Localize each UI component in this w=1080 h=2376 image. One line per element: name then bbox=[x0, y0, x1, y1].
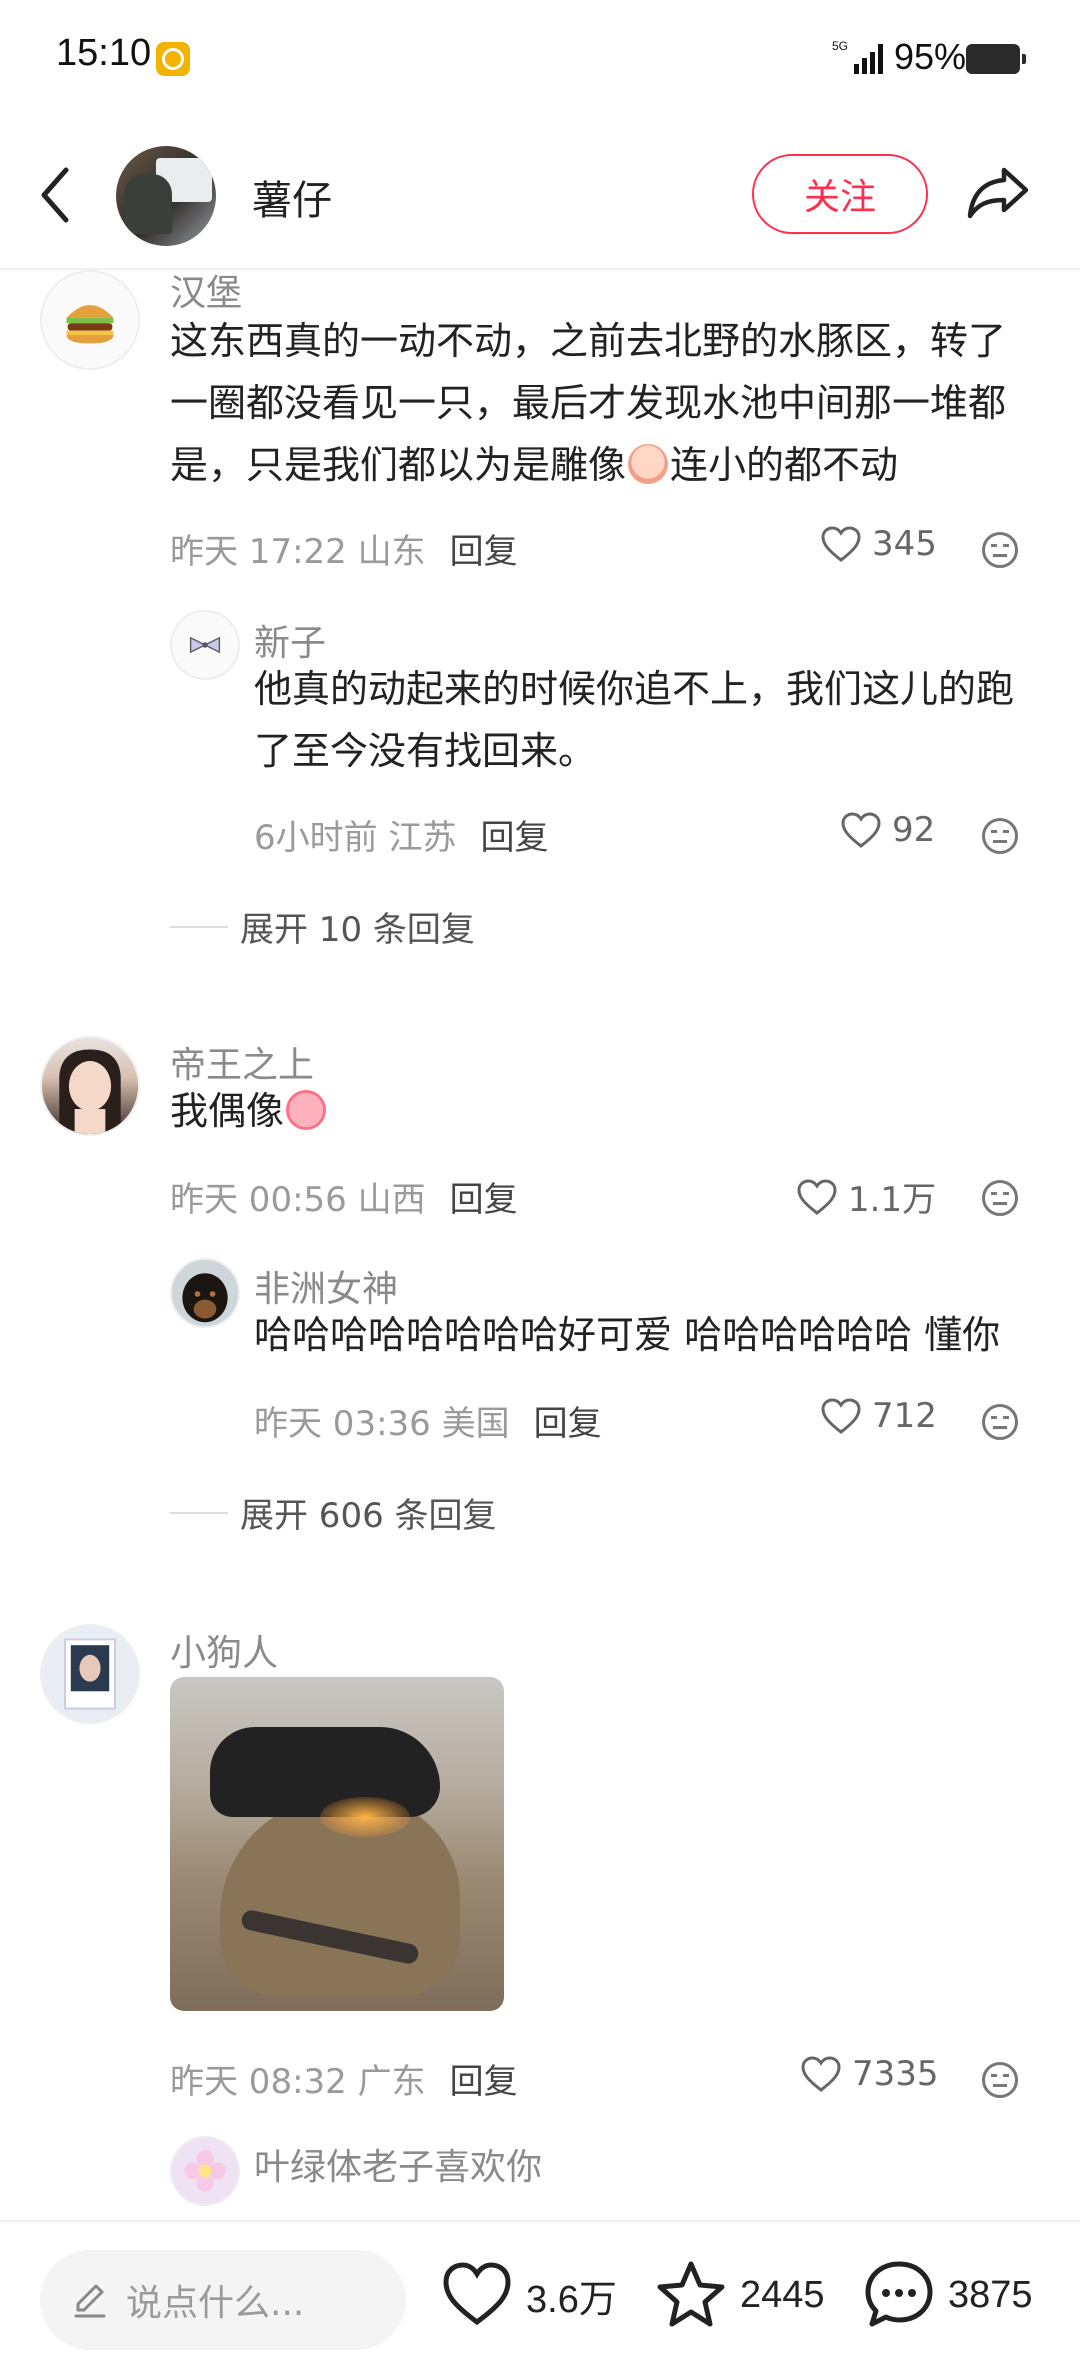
dislike-icon[interactable] bbox=[982, 1180, 1018, 1216]
reply-button[interactable]: 回复 bbox=[450, 532, 518, 572]
reply-content: 他真的动起来的时候你追不上，我们这儿的跑 了至今没有找回来。 bbox=[254, 667, 1015, 773]
reply-button[interactable]: 回复 bbox=[450, 1180, 518, 1220]
reply-button[interactable]: 回复 bbox=[534, 1404, 602, 1444]
comment-meta: 昨天 17:22 山东 回复 bbox=[170, 524, 518, 573]
comment-image[interactable] bbox=[170, 1677, 504, 2011]
status-bar: 15:10 5G 95% bbox=[0, 0, 1080, 120]
bow-icon bbox=[189, 636, 221, 654]
avatar[interactable] bbox=[170, 1258, 240, 1328]
author-avatar[interactable] bbox=[116, 146, 216, 246]
expand-replies-button[interactable]: 展开 10 条回复 bbox=[240, 902, 475, 951]
expand-divider bbox=[170, 1512, 228, 1514]
dislike-icon[interactable] bbox=[982, 2062, 1018, 2098]
avatar[interactable] bbox=[40, 270, 140, 370]
expand-replies-button[interactable]: 展开 606 条回复 bbox=[240, 1488, 497, 1537]
heart-icon bbox=[443, 2262, 511, 2326]
avatar[interactable] bbox=[170, 2136, 240, 2206]
status-time: 15:10 bbox=[56, 32, 152, 74]
comment-content: 我偶像 bbox=[170, 1080, 1040, 1142]
signal-icon: 5G bbox=[832, 39, 883, 74]
comment-time-location: 昨天 00:56 山西 bbox=[170, 1180, 426, 1220]
dog-icon bbox=[182, 1273, 228, 1323]
heart-icon bbox=[821, 526, 861, 562]
comment-post-button[interactable]: 3875 bbox=[862, 2258, 1033, 2332]
reply-time-location: 6小时前 江苏 bbox=[254, 818, 457, 858]
post-collect-count: 2445 bbox=[740, 2273, 825, 2316]
comment-input[interactable]: 说点什么... bbox=[40, 2250, 406, 2350]
hamburger-icon bbox=[66, 305, 114, 344]
comment-username[interactable]: 小狗人 bbox=[170, 1624, 278, 1676]
comment-input-placeholder: 说点什么... bbox=[126, 2283, 305, 2324]
reply-time-location: 昨天 03:36 美国 bbox=[254, 1404, 510, 1444]
like-count: 7335 bbox=[852, 2054, 939, 2094]
like-post-button[interactable]: 3.6万 bbox=[440, 2258, 617, 2332]
dislike-icon[interactable] bbox=[982, 1404, 1018, 1440]
avatar[interactable] bbox=[40, 1036, 140, 1136]
comment-time-location: 昨天 17:22 山东 bbox=[170, 532, 426, 572]
like-count: 712 bbox=[872, 1396, 937, 1436]
heart-icon bbox=[797, 1178, 837, 1215]
like-count: 1.1万 bbox=[848, 1180, 937, 1220]
follow-button[interactable]: 关注 bbox=[752, 154, 928, 234]
post-comment-count: 3875 bbox=[948, 2273, 1033, 2316]
heart-eyes-emoji-icon bbox=[286, 1090, 327, 1130]
bottom-action-bar: 说点什么... 3.6万 2445 3875 bbox=[0, 2220, 1080, 2376]
avatar[interactable] bbox=[40, 1624, 140, 1724]
nav-bar: 薯仔 关注 bbox=[0, 120, 1080, 270]
notification-app-icon bbox=[156, 42, 190, 76]
comment-meta: 昨天 00:56 山西 回复 bbox=[170, 1172, 518, 1221]
reply-button[interactable]: 回复 bbox=[480, 818, 548, 858]
svg-text:5G: 5G bbox=[832, 39, 848, 53]
collect-post-button[interactable]: 2445 bbox=[654, 2258, 825, 2332]
comment-meta: 昨天 08:32 广东 回复 bbox=[170, 2054, 518, 2103]
reply-meta: 6小时前 江苏 回复 bbox=[254, 810, 548, 859]
heart-icon bbox=[801, 2056, 841, 2092]
comment-content: 这东西真的一动不动，之前去北野的水豚区，转了 一圈都没看见一只，最后才发现水池中… bbox=[170, 319, 1007, 487]
reply-button[interactable]: 回复 bbox=[450, 2062, 518, 2102]
star-icon bbox=[657, 2261, 725, 2327]
reply-like-button[interactable]: 92 bbox=[840, 810, 935, 850]
comment-like-button[interactable]: 345 bbox=[820, 524, 937, 564]
comment-like-button[interactable]: 1.1万 bbox=[796, 1172, 936, 1221]
battery-percent: 95% bbox=[894, 36, 967, 77]
battery-icon bbox=[966, 44, 1026, 74]
reply-content: 哈哈哈哈哈哈哈哈好可爱 哈哈哈哈哈哈 懂你 bbox=[254, 1313, 1001, 1357]
share-icon[interactable] bbox=[964, 158, 1032, 226]
like-count: 92 bbox=[892, 810, 936, 850]
expand-divider bbox=[170, 926, 228, 928]
back-icon[interactable] bbox=[36, 160, 76, 230]
heart-icon bbox=[841, 812, 881, 848]
dislike-icon[interactable] bbox=[982, 532, 1018, 568]
comment-time-location: 昨天 08:32 广东 bbox=[170, 2062, 426, 2102]
heart-icon bbox=[821, 1398, 861, 1434]
avatar[interactable] bbox=[170, 610, 240, 680]
dislike-icon[interactable] bbox=[982, 818, 1018, 854]
reply-username[interactable]: 叶绿体老子喜欢你 bbox=[254, 2138, 542, 2190]
like-count: 345 bbox=[872, 524, 937, 564]
author-name[interactable]: 薯仔 bbox=[252, 168, 332, 226]
crying-emoji-icon bbox=[628, 444, 669, 484]
comment-list: 汉堡 这东西真的一动不动，之前去北野的水豚区，转了 一圈都没看见一只，最后才发现… bbox=[0, 270, 1080, 2220]
reply-meta: 昨天 03:36 美国 回复 bbox=[254, 1396, 602, 1445]
pencil-icon bbox=[74, 2284, 106, 2318]
comment-bubble-icon bbox=[865, 2261, 933, 2327]
portrait-icon bbox=[59, 1049, 121, 1134]
post-like-count: 3.6万 bbox=[526, 2278, 617, 2321]
flower-icon bbox=[184, 2150, 226, 2192]
portrait-icon bbox=[64, 1638, 116, 1710]
comment-like-button[interactable]: 7335 bbox=[800, 2054, 939, 2094]
reply-like-button[interactable]: 712 bbox=[820, 1396, 937, 1436]
